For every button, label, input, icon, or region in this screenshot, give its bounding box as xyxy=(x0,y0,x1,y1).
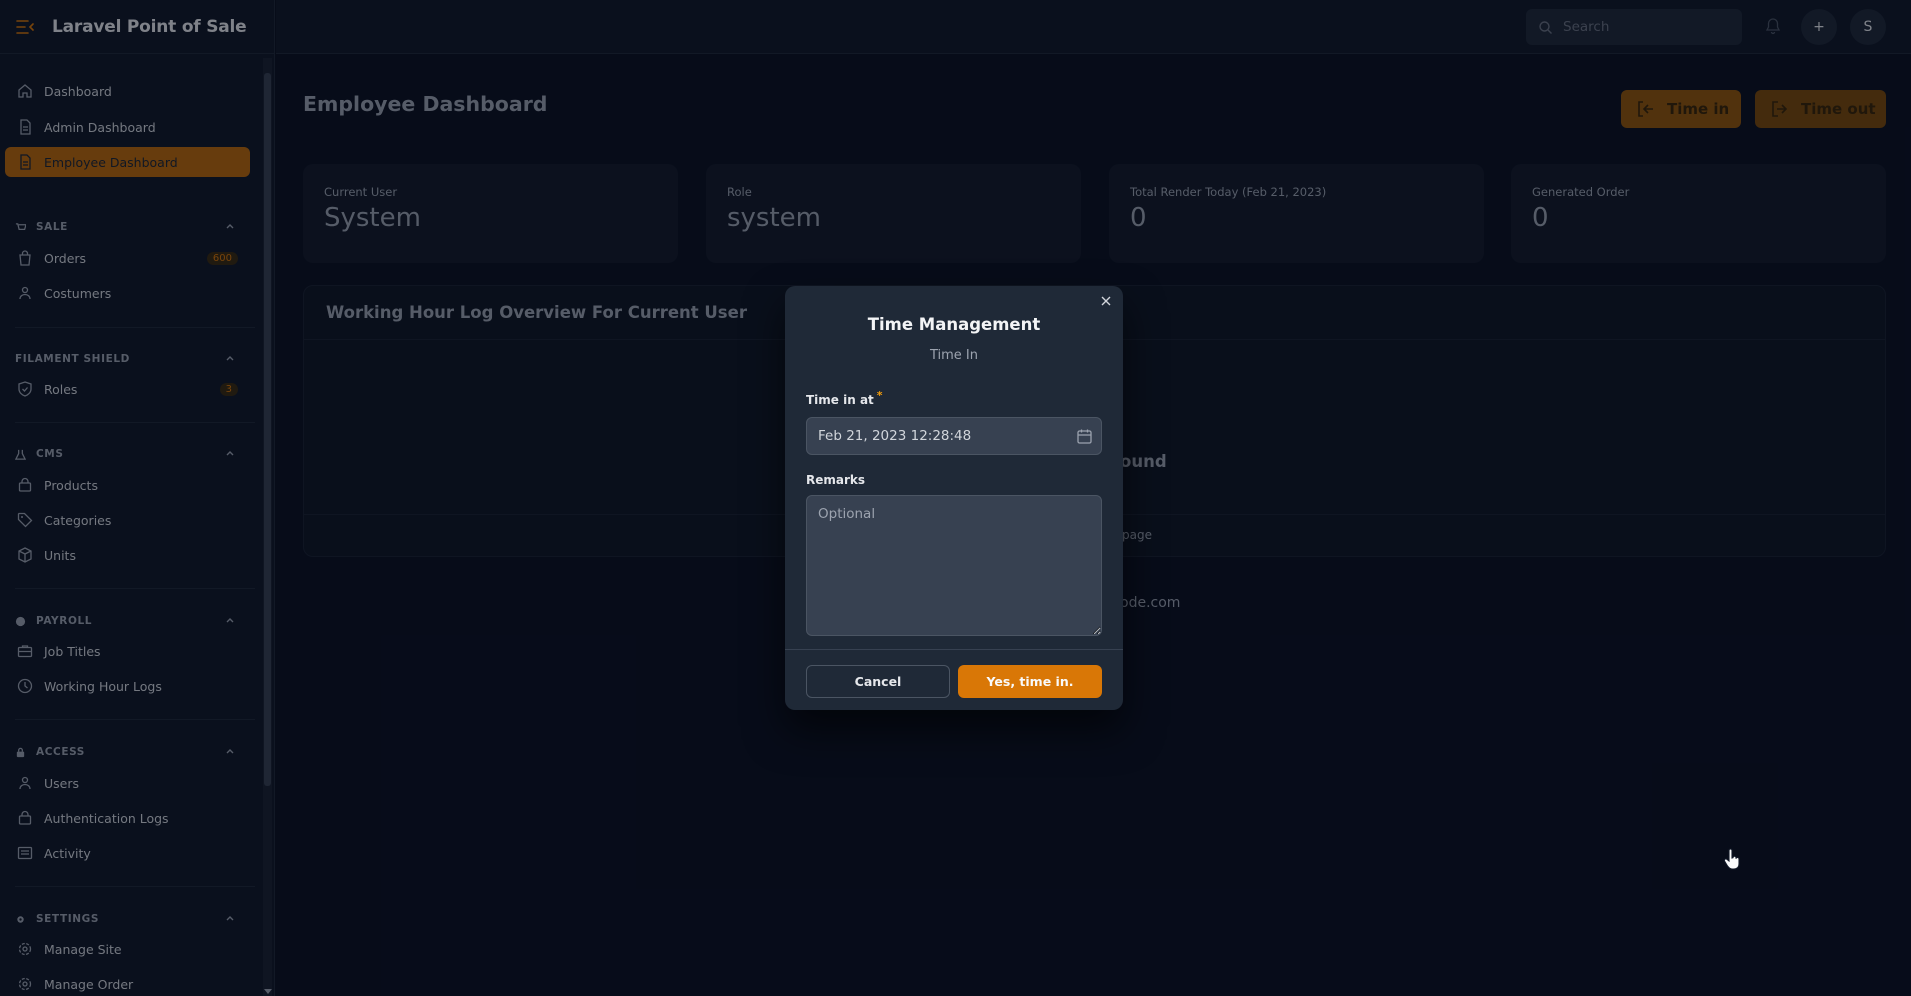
hand-pointer-icon xyxy=(1723,848,1740,870)
cancel-button[interactable]: Cancel xyxy=(806,665,950,698)
time-in-at-label: Time in at * xyxy=(806,390,883,407)
calendar-icon[interactable] xyxy=(1076,428,1093,445)
field-label-text: Time in at xyxy=(806,393,874,407)
remarks-label: Remarks xyxy=(806,473,866,487)
time-in-at-datepicker[interactable]: Feb 21, 2023 12:28:48 xyxy=(806,417,1102,455)
confirm-time-in-button[interactable]: Yes, time in. xyxy=(958,665,1102,698)
modal-footer-divider xyxy=(785,649,1123,650)
required-mark: * xyxy=(876,389,883,402)
time-management-modal: Time Management Time In Time in at * Feb … xyxy=(785,286,1123,710)
remarks-textarea[interactable] xyxy=(806,495,1102,636)
modal-subtitle: Time In xyxy=(929,348,979,363)
datetime-value: Feb 21, 2023 12:28:48 xyxy=(818,428,972,444)
modal-title: Time Management xyxy=(867,315,1041,334)
close-icon[interactable] xyxy=(1098,293,1114,309)
